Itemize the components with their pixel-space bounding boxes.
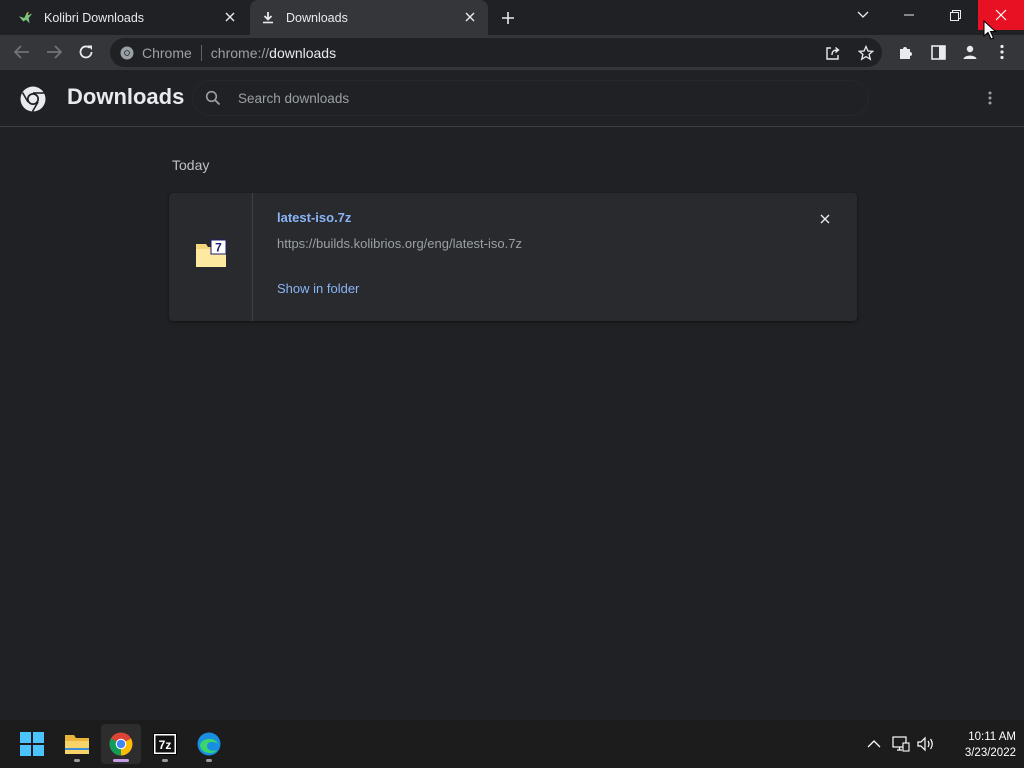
downloads-header: Downloads [0, 70, 1024, 127]
edge-icon[interactable] [189, 724, 229, 764]
tab-search-chevron-down-icon[interactable] [840, 0, 886, 30]
address-bar[interactable]: Chrome chrome://downloads [110, 38, 882, 67]
side-panel-icon[interactable] [924, 38, 952, 66]
download-icon [260, 10, 276, 26]
close-tab-icon[interactable] [462, 9, 478, 25]
tab-kolibri-downloads[interactable]: Kolibri Downloads [0, 0, 248, 35]
more-actions-kebab-icon[interactable] [978, 86, 1002, 110]
file-type-badge: 7 [215, 241, 222, 255]
close-tab-icon[interactable] [222, 9, 238, 25]
profile-avatar-icon[interactable] [956, 38, 984, 66]
clock-time: 10:11 AM [968, 731, 1016, 743]
extensions-puzzle-icon[interactable] [892, 38, 920, 66]
show-in-folder-link[interactable]: Show in folder [277, 281, 359, 296]
file-icon-column: 7 [169, 193, 253, 321]
7z-app-label: 7z [159, 738, 172, 752]
restore-icon[interactable] [932, 0, 978, 30]
mouse-cursor-icon [983, 19, 997, 40]
running-indicator [74, 759, 80, 762]
tab-strip: Kolibri Downloads Downloads [0, 0, 1024, 35]
url-host: downloads [269, 44, 337, 61]
forward-arrow-icon[interactable] [40, 38, 68, 66]
back-arrow-icon[interactable] [8, 38, 36, 66]
address-separator [200, 44, 202, 61]
remove-from-list-close-icon[interactable] [816, 210, 834, 228]
page-title: Downloads [67, 84, 185, 109]
url-scheme: chrome:// [210, 44, 270, 61]
download-filename-link[interactable]: latest-iso.7z [277, 210, 351, 225]
site-chip-label: Chrome [142, 44, 192, 61]
show-hidden-icons-chevron-up-icon[interactable] [864, 734, 884, 754]
taskbar-clock[interactable]: 10:11 AM 3/23/2022 [940, 729, 1016, 761]
search-icon [204, 89, 222, 107]
chrome-site-icon [120, 46, 134, 60]
minimize-icon[interactable] [886, 0, 932, 30]
search-downloads-box[interactable] [192, 80, 869, 116]
tab-title: Downloads [286, 10, 348, 25]
search-input[interactable] [236, 89, 840, 107]
kolibri-bird-icon [18, 10, 34, 26]
file-explorer-icon[interactable] [57, 724, 97, 764]
7z-archive-file-icon: 7 [195, 239, 229, 269]
chrome-menu-kebab-icon[interactable] [988, 38, 1016, 66]
chrome-logo-icon [20, 86, 46, 112]
windows-taskbar: 7z 10:11 AM 3/23/2022 [0, 720, 1024, 768]
volume-speaker-icon[interactable] [916, 734, 936, 754]
chrome-taskbar-icon[interactable] [101, 724, 141, 764]
browser-toolbar: Chrome chrome://downloads [0, 35, 1024, 70]
new-tab-plus-icon[interactable] [498, 8, 518, 28]
network-icon[interactable] [891, 734, 911, 754]
7zip-icon[interactable]: 7z [145, 724, 185, 764]
tab-downloads[interactable]: Downloads [250, 0, 488, 35]
section-date-label: Today [172, 157, 210, 173]
tab-title: Kolibri Downloads [44, 10, 145, 25]
running-indicator [162, 759, 168, 762]
active-indicator [113, 759, 129, 762]
download-item-card: 7 latest-iso.7z https://builds.kolibrios… [169, 193, 857, 321]
start-windows-icon[interactable] [12, 724, 52, 764]
bookmark-star-icon[interactable] [855, 42, 877, 64]
share-icon[interactable] [822, 42, 844, 64]
download-source-url[interactable]: https://builds.kolibrios.org/eng/latest-… [277, 236, 522, 251]
clock-date: 3/23/2022 [964, 747, 1016, 759]
running-indicator [206, 759, 212, 762]
reload-icon[interactable] [72, 38, 100, 66]
